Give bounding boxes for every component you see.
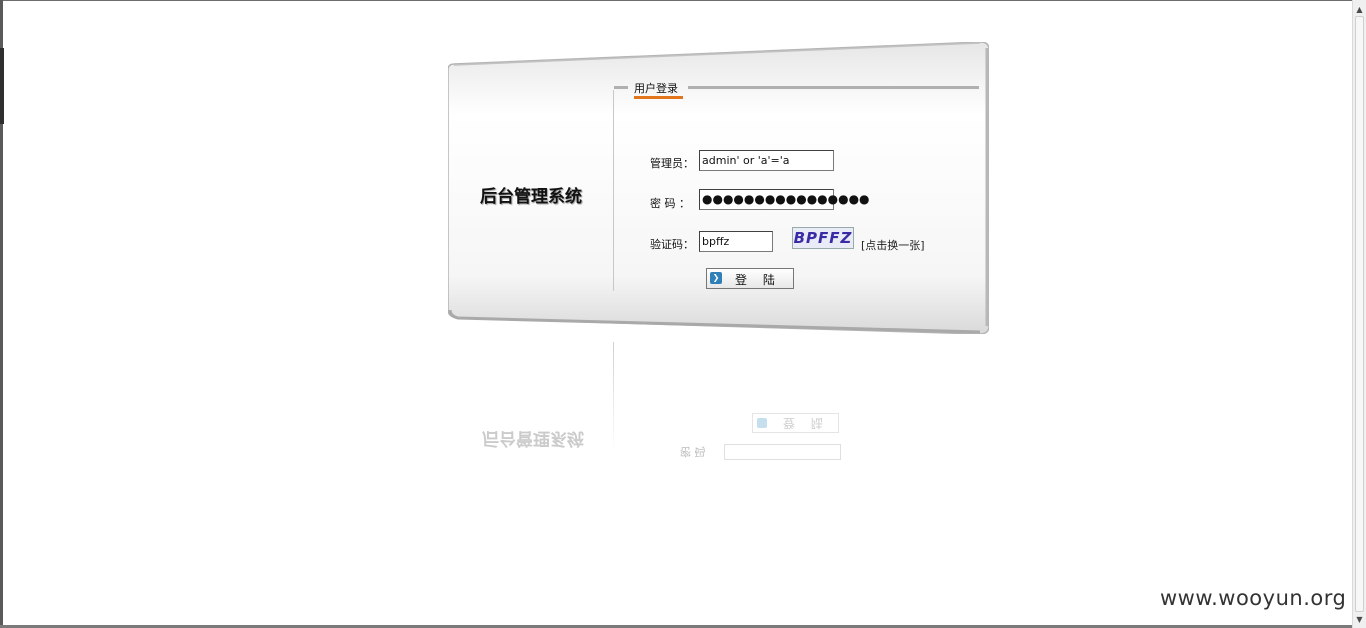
- reflection-field: [724, 444, 841, 460]
- reflection-title: 后台管理系统: [482, 428, 584, 448]
- system-title: 后台管理系统: [480, 187, 582, 207]
- triangle-up-icon[interactable]: ▲: [1353, 2, 1366, 16]
- arrow-right-icon: ❯: [710, 272, 722, 284]
- section-rule-right: [688, 86, 979, 89]
- captcha-refresh-link[interactable]: [点击换一张]: [861, 237, 925, 253]
- window-left-edge-dark: [0, 48, 4, 124]
- captcha-label: 验证码：: [650, 238, 694, 251]
- window-top-edge: [0, 0, 1366, 1]
- vertical-scrollbar[interactable]: ▲ ▼: [1352, 0, 1366, 628]
- reflection-divider: [613, 342, 614, 452]
- captcha-input[interactable]: [699, 231, 773, 252]
- watermark: www.wooyun.org: [1160, 586, 1347, 610]
- reflection-button: 登 陆: [752, 413, 839, 433]
- admin-label: 管理员：: [650, 157, 694, 170]
- reflection-password-label: 密 码: [680, 445, 706, 458]
- scrollbar-thumb[interactable]: [1355, 16, 1364, 612]
- reflection-arrow-icon: [757, 418, 767, 428]
- captcha-image[interactable]: BPFFZ: [792, 227, 854, 249]
- login-button[interactable]: ❯ 登 陆: [706, 268, 794, 289]
- section-title: 用户登录: [634, 82, 678, 95]
- admin-input[interactable]: [699, 150, 834, 171]
- panel-divider: [613, 90, 614, 291]
- login-button-label: 登 陆: [735, 273, 781, 287]
- reflection-button-label: 登 陆: [783, 416, 829, 430]
- section-title-underline: [634, 96, 683, 99]
- triangle-down-icon[interactable]: ▼: [1353, 612, 1366, 626]
- section-rule-left: [614, 86, 628, 89]
- password-label: 密 码 ：: [650, 197, 690, 210]
- password-input[interactable]: ●●●●●●●●●●●●●●●●: [699, 189, 870, 210]
